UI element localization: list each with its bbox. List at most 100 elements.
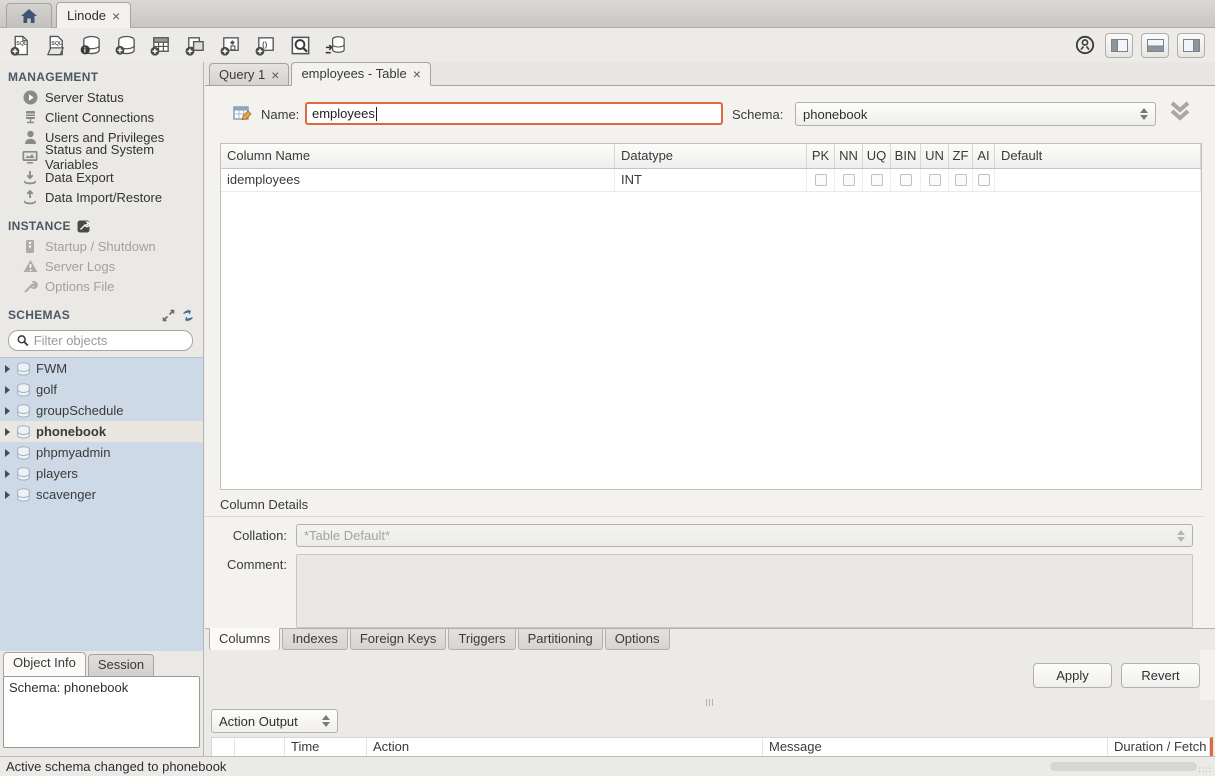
col-header-ai[interactable]: AI bbox=[973, 144, 995, 168]
stepper-arrows-icon[interactable] bbox=[1134, 108, 1148, 120]
close-icon[interactable]: × bbox=[271, 65, 279, 85]
refresh-schemas-icon[interactable] bbox=[181, 309, 195, 322]
schema-inspector-icon[interactable]: i bbox=[78, 33, 102, 57]
create-routine-icon[interactable] bbox=[218, 33, 242, 57]
pk-checkbox[interactable] bbox=[815, 174, 827, 186]
col-header-zf[interactable]: ZF bbox=[949, 144, 973, 168]
table-name-input[interactable]: employees bbox=[305, 102, 723, 125]
expander-triangle-icon[interactable] bbox=[5, 491, 10, 499]
nn-checkbox[interactable] bbox=[843, 174, 855, 186]
schema-item-scavenger[interactable]: scavenger bbox=[0, 484, 203, 505]
sidebar-item-data-import[interactable]: Data Import/Restore bbox=[0, 187, 203, 207]
reconnect-database-icon[interactable] bbox=[323, 33, 347, 57]
sidebar-item-server-status[interactable]: Server Status bbox=[0, 87, 203, 107]
un-checkbox[interactable] bbox=[929, 174, 941, 186]
toggle-output-panel-icon[interactable] bbox=[1141, 33, 1169, 58]
sidebar-item-startup-shutdown[interactable]: Startup / Shutdown bbox=[0, 236, 203, 256]
schema-item-golf[interactable]: golf bbox=[0, 379, 203, 400]
columns-grid: Column Name Datatype PK NN UQ BIN UN ZF … bbox=[220, 143, 1202, 490]
expander-triangle-icon[interactable] bbox=[5, 428, 10, 436]
stepper-arrows-icon[interactable] bbox=[316, 715, 330, 727]
create-function-icon[interactable]: () bbox=[253, 33, 277, 57]
apply-revert-row: Apply Revert bbox=[205, 650, 1200, 700]
tab-columns[interactable]: Columns bbox=[209, 628, 280, 651]
search-data-icon[interactable] bbox=[288, 33, 312, 57]
ai-checkbox[interactable] bbox=[978, 174, 990, 186]
schema-item-fwm[interactable]: FWM bbox=[0, 358, 203, 379]
output-type-select[interactable]: Action Output bbox=[211, 709, 338, 733]
bin-checkbox[interactable] bbox=[900, 174, 912, 186]
horizontal-scrollbar-thumb[interactable] bbox=[1050, 762, 1197, 771]
tab-partitioning[interactable]: Partitioning bbox=[518, 629, 603, 650]
tab-foreign-keys[interactable]: Foreign Keys bbox=[350, 629, 447, 650]
revert-button[interactable]: Revert bbox=[1121, 663, 1200, 688]
tab-options[interactable]: Options bbox=[605, 629, 670, 650]
tab-session[interactable]: Session bbox=[88, 654, 154, 676]
expand-panel-icon[interactable] bbox=[162, 309, 175, 322]
tab-employees-table[interactable]: employees - Table × bbox=[291, 62, 430, 86]
create-table-icon[interactable] bbox=[148, 33, 172, 57]
output-col-time[interactable]: Time bbox=[285, 738, 367, 756]
expander-triangle-icon[interactable] bbox=[5, 470, 10, 478]
connection-tab[interactable]: Linode × bbox=[56, 2, 131, 28]
schema-item-phpmyadmin[interactable]: phpmyadmin bbox=[0, 442, 203, 463]
col-header-bin[interactable]: BIN bbox=[891, 144, 921, 168]
collation-select[interactable]: *Table Default* bbox=[296, 524, 1193, 547]
col-header-pk[interactable]: PK bbox=[807, 144, 835, 168]
output-col-blank1[interactable] bbox=[212, 738, 235, 756]
schema-item-players[interactable]: players bbox=[0, 463, 203, 484]
col-header-un[interactable]: UN bbox=[921, 144, 949, 168]
output-col-message[interactable]: Message bbox=[763, 738, 1108, 756]
output-col-action[interactable]: Action bbox=[367, 738, 763, 756]
schema-select[interactable]: phonebook bbox=[795, 102, 1156, 126]
cell-column-name[interactable]: idemployees bbox=[221, 169, 615, 191]
expander-triangle-icon[interactable] bbox=[5, 386, 10, 394]
close-icon[interactable]: × bbox=[413, 64, 421, 84]
toggle-right-sidebar-icon[interactable] bbox=[1177, 33, 1205, 58]
new-sql-tab-icon[interactable]: SQL bbox=[8, 33, 32, 57]
database-icon bbox=[16, 383, 31, 397]
output-col-duration[interactable]: Duration / Fetch bbox=[1108, 738, 1210, 756]
col-header-nn[interactable]: NN bbox=[835, 144, 863, 168]
chevron-double-down-icon[interactable] bbox=[1168, 100, 1192, 122]
zf-checkbox[interactable] bbox=[955, 174, 967, 186]
col-header-column-name[interactable]: Column Name bbox=[221, 144, 615, 168]
schema-item-groupschedule[interactable]: groupSchedule bbox=[0, 400, 203, 421]
schema-filter-box bbox=[8, 330, 193, 351]
status-indicator-icon[interactable] bbox=[1073, 33, 1097, 57]
expander-triangle-icon[interactable] bbox=[5, 407, 10, 415]
sidebar-item-system-variables[interactable]: Status and System Variables bbox=[0, 147, 203, 167]
cell-default[interactable] bbox=[995, 169, 1201, 191]
table-row[interactable]: idemployees INT bbox=[221, 169, 1201, 192]
cell-datatype[interactable]: INT bbox=[615, 169, 807, 191]
sidebar-item-client-connections[interactable]: Client Connections bbox=[0, 107, 203, 127]
create-schema-icon[interactable] bbox=[113, 33, 137, 57]
toggle-left-sidebar-icon[interactable] bbox=[1105, 33, 1133, 58]
col-header-uq[interactable]: UQ bbox=[863, 144, 891, 168]
tab-query-1[interactable]: Query 1 × bbox=[209, 63, 289, 85]
tab-triggers[interactable]: Triggers bbox=[448, 629, 515, 650]
close-icon[interactable]: × bbox=[112, 8, 120, 24]
sidebar-item-options-file[interactable]: Options File bbox=[0, 276, 203, 296]
home-tab[interactable] bbox=[6, 3, 52, 28]
comment-textarea[interactable] bbox=[296, 554, 1193, 628]
open-sql-script-icon[interactable]: SQL bbox=[43, 33, 67, 57]
sidebar-item-data-export[interactable]: Data Export bbox=[0, 167, 203, 187]
apply-button[interactable]: Apply bbox=[1033, 663, 1112, 688]
uq-checkbox[interactable] bbox=[871, 174, 883, 186]
create-view-icon[interactable] bbox=[183, 33, 207, 57]
col-header-datatype[interactable]: Datatype bbox=[615, 144, 807, 168]
tab-object-info[interactable]: Object Info bbox=[3, 652, 86, 676]
search-icon bbox=[17, 334, 29, 347]
output-col-blank2[interactable] bbox=[235, 738, 285, 756]
tab-indexes[interactable]: Indexes bbox=[282, 629, 348, 650]
expander-triangle-icon[interactable] bbox=[5, 449, 10, 457]
server-status-icon bbox=[22, 90, 38, 105]
schema-item-phonebook[interactable]: phonebook bbox=[0, 421, 203, 442]
expander-triangle-icon[interactable] bbox=[5, 365, 10, 373]
sidebar-item-server-logs[interactable]: Server Logs bbox=[0, 256, 203, 276]
resize-grip-icon[interactable]: ∷∷ bbox=[1199, 768, 1212, 773]
users-icon bbox=[22, 130, 38, 145]
schema-filter-input[interactable] bbox=[34, 333, 184, 348]
col-header-default[interactable]: Default bbox=[995, 144, 1201, 168]
